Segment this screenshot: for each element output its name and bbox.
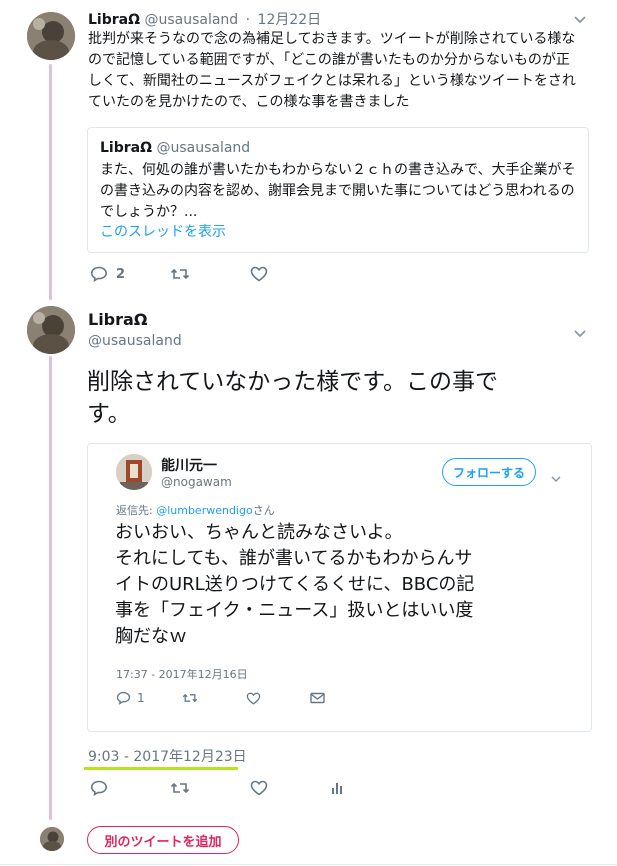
tweet-date[interactable]: 12月22日: [258, 12, 322, 28]
reply-to-prefix: 返信先:: [116, 504, 157, 517]
retweet-button[interactable]: [170, 267, 250, 281]
analytics-button[interactable]: [330, 781, 344, 795]
author-name[interactable]: LibraΩ: [88, 12, 140, 28]
reply-to: 返信先: @lumberwendigoさん: [116, 502, 275, 518]
reply-icon: [90, 266, 108, 282]
quoted-author-handle: @usausaland: [156, 140, 251, 156]
tweet-text-line: ていたのを見かけたので、この様な事を書きました: [88, 94, 410, 110]
quoted-author-name: LibraΩ: [100, 140, 152, 156]
tweet-text-line: しくて、新聞社のニュースがフェイクとは呆れる」という様なツイートをされ: [88, 73, 576, 89]
retweet-icon: [170, 781, 190, 795]
retweet-button[interactable]: [182, 692, 246, 704]
show-thread-link[interactable]: このスレッドを表示: [100, 221, 226, 241]
tweet-text-line: 削除されていなかった様です。この事で: [87, 369, 499, 395]
embedded-text-line: それにしても、誰が書いてるかもわからんサ: [115, 548, 473, 569]
embedded-name[interactable]: 能川元一: [161, 455, 217, 475]
thread-line-lower: [49, 356, 52, 820]
reply-button[interactable]: 1: [116, 691, 182, 705]
tweet-body: 批判が来そうなので念の為補足しておきます。ツイートが削除されている様な ので記憶…: [88, 29, 608, 113]
embedded-avatar[interactable]: [116, 454, 152, 490]
avatar[interactable]: [27, 306, 75, 354]
analytics-icon: [330, 781, 344, 795]
retweet-icon: [182, 692, 198, 704]
quoted-text-line: でしょうか？...: [100, 204, 198, 220]
tweet-actions: [90, 780, 344, 796]
separator: ·: [245, 12, 251, 28]
embedded-handle[interactable]: @nogawam: [161, 475, 232, 489]
divider: [0, 864, 617, 865]
tweet-actions: 2: [90, 266, 330, 282]
tweet-text-line: ので記憶している範囲ですが、「どこの誰が書いたものか分からないものが正: [88, 52, 570, 68]
chevron-down-icon[interactable]: [573, 10, 587, 29]
heart-icon: [246, 692, 261, 705]
heart-icon: [250, 266, 268, 282]
reply-count: 2: [116, 266, 126, 282]
tweet-header: LibraΩ @usausaland · 12月22日: [88, 9, 321, 29]
follow-button[interactable]: フォローする: [442, 458, 536, 486]
embedded-timestamp[interactable]: 17:37 - 2017年12月16日: [116, 666, 248, 682]
envelope-icon: [310, 692, 325, 704]
like-button[interactable]: [250, 266, 330, 282]
tweet-timestamp[interactable]: 9:03 - 2017年12月23日: [88, 746, 247, 766]
embedded-text-line: 事を「フェイク・ニュース」扱いとはいい度: [115, 600, 474, 621]
embedded-body: おいおい、ちゃんと読みなさいよ。 それにしても、誰が書いてるかもわからんサ イト…: [115, 520, 575, 650]
heart-icon: [250, 780, 268, 796]
quoted-tweet-header: LibraΩ @usausaland: [100, 140, 250, 156]
author-handle[interactable]: @usausaland: [144, 12, 238, 28]
avatar[interactable]: [27, 12, 75, 60]
like-button[interactable]: [250, 780, 330, 796]
chevron-down-icon[interactable]: [573, 324, 587, 343]
embedded-actions: 1: [116, 691, 325, 705]
embedded-tweet[interactable]: 能川元一 @nogawam フォローする 返信先: @lumberwendigo…: [87, 443, 592, 732]
like-button[interactable]: [246, 692, 310, 705]
reply-to-suffix: さん: [252, 504, 275, 517]
tweet-body-large: 削除されていなかった様です。この事で す。: [87, 366, 592, 430]
reply-icon: [116, 691, 131, 705]
thread-line-upper: [49, 64, 52, 300]
timestamp-highlight: [84, 767, 238, 770]
embedded-text-line: おいおい、ちゃんと読みなさいよ。: [115, 522, 403, 543]
reply-icon: [90, 780, 108, 796]
retweet-button[interactable]: [170, 781, 250, 795]
embedded-text-line: イトのURL送りつけてくるくせに、BBCの記: [115, 574, 475, 595]
quoted-text-line: また、何処の誰が書いたかもわからない２ｃｈの書き込みで、大手企業がそ: [100, 162, 576, 178]
tweet-text-line: 批判が来そうなので念の為補足しておきます。ツイートが削除されている様な: [88, 31, 576, 47]
chevron-down-icon[interactable]: [550, 468, 562, 487]
retweet-icon: [170, 267, 190, 281]
quoted-tweet[interactable]: LibraΩ @usausaland また、何処の誰が書いたかもわからない２ｃｈ…: [87, 127, 589, 253]
author-handle[interactable]: @usausaland: [88, 333, 182, 349]
tweet-text-line: す。: [87, 401, 131, 427]
quoted-text-line: の書き込みの内容を認め、謝罪会見まで開いた事についてはどう思われるの: [100, 183, 575, 199]
reply-count: 1: [137, 691, 145, 705]
reply-button[interactable]: [90, 780, 170, 796]
reply-to-handle[interactable]: @lumberwendigo: [156, 504, 253, 517]
compose-avatar: [40, 827, 64, 851]
message-button[interactable]: [310, 692, 325, 704]
add-tweet-button[interactable]: 別のツイートを追加: [87, 826, 239, 854]
quoted-tweet-body: また、何処の誰が書いたかもわからない２ｃｈの書き込みで、大手企業がそ の書き込み…: [100, 160, 580, 223]
author-name[interactable]: LibraΩ: [88, 310, 147, 329]
embedded-text-line: 胸だなｗ: [115, 626, 187, 647]
reply-button[interactable]: 2: [90, 266, 170, 282]
